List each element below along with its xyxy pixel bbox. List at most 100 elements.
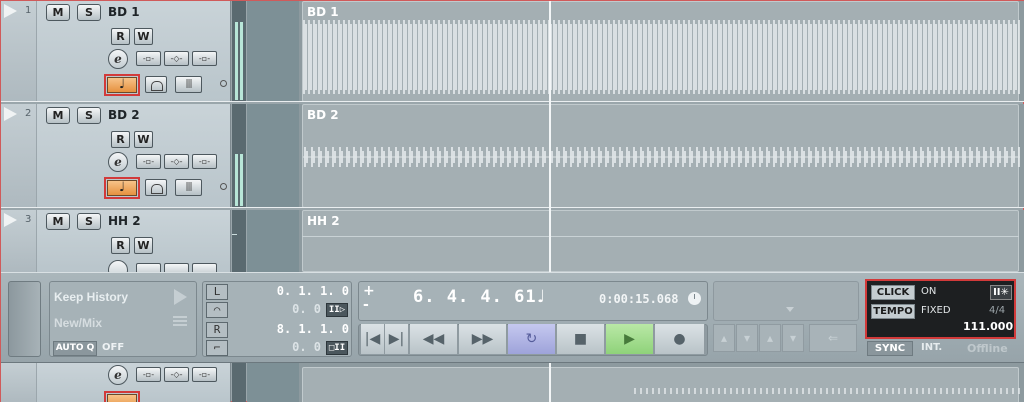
musical-time-base-button[interactable] (104, 391, 140, 402)
read-automation-button[interactable]: R (111, 28, 130, 45)
eq-icon[interactable] (164, 263, 189, 272)
insert-fx-icon[interactable]: -▫- (136, 51, 161, 66)
monitor-dot-icon[interactable] (220, 183, 227, 190)
solo-button[interactable]: S (77, 107, 101, 124)
meter-bar-left (235, 154, 238, 206)
track-header-4: e -▫- -◇- -▫- (1, 363, 231, 402)
sync-button[interactable]: SYNC (867, 341, 913, 356)
time-signature[interactable]: 4/4 (989, 305, 1005, 316)
click-tempo-panel: CLICK ON II✳ TEMPO FIXED 4/4 111.000 (865, 279, 1016, 339)
track-row-1: 1 M S BD 1 R W e -▫- -◇- -▫- ♩ ||| BD 1 (1, 1, 1024, 102)
waveform (303, 141, 1020, 173)
read-automation-button[interactable]: R (111, 131, 130, 148)
musical-time-base-button[interactable]: ♩ (104, 74, 140, 96)
lane-display-button[interactable]: ||| (175, 179, 202, 196)
track-name[interactable]: BD 2 (108, 108, 140, 122)
tempo-button[interactable]: TEMPO (871, 304, 915, 319)
precount-button[interactable]: II✳ (990, 285, 1012, 300)
track-row-3: 3 M S HH 2 R W HH 2 (1, 210, 1024, 272)
locate-left-button[interactable]: II▷ (326, 303, 348, 317)
solo-button[interactable]: S (77, 213, 101, 230)
level-meter (232, 1, 246, 102)
cycle-loop-button[interactable]: ↻ (508, 324, 556, 354)
position-time[interactable]: 0:00:15.068 (599, 292, 678, 306)
note-icon (107, 394, 137, 402)
new-mix-label[interactable]: New/Mix (54, 316, 102, 330)
play-arrow-icon (174, 289, 187, 305)
click-button[interactable]: CLICK (871, 285, 915, 300)
stop-button[interactable]: ■ (557, 324, 605, 354)
nudge-minus-button[interactable]: - (363, 297, 369, 313)
eq-icon[interactable]: -◇- (164, 51, 189, 66)
solo-button[interactable]: S (77, 4, 101, 21)
eq-icon[interactable]: -◇- (164, 367, 189, 382)
monitor-dot-icon[interactable] (220, 80, 227, 87)
go-to-end-button[interactable]: ▶| (385, 324, 409, 354)
track-name[interactable]: HH 2 (108, 214, 141, 228)
track-header-1: 1 M S BD 1 R W e -▫- -◇- -▫- ♩ ||| (1, 1, 231, 102)
level-meter (232, 104, 246, 208)
clock-icon[interactable] (688, 292, 701, 305)
marker-return-icon[interactable]: ⇐ (809, 324, 857, 352)
rewind-button[interactable]: ◀◀ (410, 324, 458, 354)
audio-part[interactable]: BD 2 (302, 104, 1020, 208)
audio-part[interactable] (302, 367, 1020, 402)
audio-part[interactable]: HH 2 (302, 210, 1019, 272)
send-fx-icon[interactable] (192, 263, 217, 272)
fast-forward-button[interactable]: ▶▶ (459, 324, 507, 354)
left-locator-value[interactable]: 0. 1. 1. 0 (249, 284, 349, 298)
eq-icon[interactable]: -◇- (164, 154, 189, 169)
write-automation-button[interactable]: W (134, 237, 153, 254)
mute-button[interactable]: M (46, 213, 70, 230)
edit-instrument-icon[interactable]: e (108, 49, 128, 69)
record-button[interactable]: ● (655, 324, 705, 354)
locate-right-button[interactable]: □II (326, 341, 348, 355)
right-locator-icon[interactable]: R (206, 322, 228, 338)
keep-history-label[interactable]: Keep History (54, 290, 128, 304)
send-fx-icon[interactable]: -▫- (192, 154, 217, 169)
auto-quantize-value: OFF (102, 342, 125, 353)
send-fx-icon[interactable]: -▫- (192, 367, 217, 382)
insert-fx-icon[interactable] (136, 263, 161, 272)
go-to-start-button[interactable]: |◀ (361, 324, 385, 354)
lane-gap (247, 210, 299, 272)
mute-button[interactable]: M (46, 4, 70, 21)
lane-gap (247, 104, 299, 208)
marker-up-icon[interactable]: ▴ (713, 324, 735, 352)
edit-instrument-icon[interactable]: e (108, 152, 128, 172)
left-locator-icon[interactable]: L (206, 284, 228, 300)
click-value: ON (921, 286, 937, 297)
edit-instrument-icon[interactable] (108, 260, 128, 272)
tempo-bpm[interactable]: 111.000 (963, 320, 1013, 333)
marker-prev-icon[interactable]: ▴ (759, 324, 781, 352)
expand-triangle-icon[interactable] (4, 213, 17, 227)
marker-next-icon[interactable]: ▾ (782, 324, 804, 352)
lock-icon[interactable] (145, 76, 167, 93)
meter-bar-right (240, 22, 243, 100)
time-format-note-icon[interactable]: ♩ (537, 287, 545, 307)
expand-triangle-icon[interactable] (4, 4, 17, 18)
track-number-column: 3 (1, 210, 37, 272)
track-name[interactable]: BD 1 (108, 5, 140, 19)
play-button[interactable]: ▶ (606, 324, 654, 354)
insert-fx-icon[interactable]: -▫- (136, 367, 161, 382)
send-fx-icon[interactable]: -▫- (192, 51, 217, 66)
lane-display-button[interactable]: ||| (175, 76, 202, 93)
track-row-2: 2 M S BD 2 R W e -▫- -◇- -▫- ♩ ||| BD 2 (1, 104, 1024, 208)
position-bars-beats[interactable]: 6. 4. 4. 61 (413, 287, 537, 307)
right-locator-value[interactable]: 8. 1. 1. 0 (249, 322, 349, 336)
auto-quantize-button[interactable]: AUTO Q (53, 341, 97, 356)
read-automation-button[interactable]: R (111, 237, 130, 254)
lock-icon[interactable] (145, 179, 167, 196)
transport-grip[interactable] (8, 281, 41, 357)
mute-button[interactable]: M (46, 107, 70, 124)
marker-selector[interactable] (713, 281, 859, 321)
write-automation-button[interactable]: W (134, 131, 153, 148)
marker-down-icon[interactable]: ▾ (736, 324, 758, 352)
musical-time-base-button[interactable]: ♩ (104, 177, 140, 199)
audio-part[interactable]: BD 1 (302, 1, 1020, 102)
expand-triangle-icon[interactable] (4, 107, 17, 121)
insert-fx-icon[interactable]: -▫- (136, 154, 161, 169)
write-automation-button[interactable]: W (134, 28, 153, 45)
edit-instrument-icon[interactable]: e (108, 365, 128, 385)
